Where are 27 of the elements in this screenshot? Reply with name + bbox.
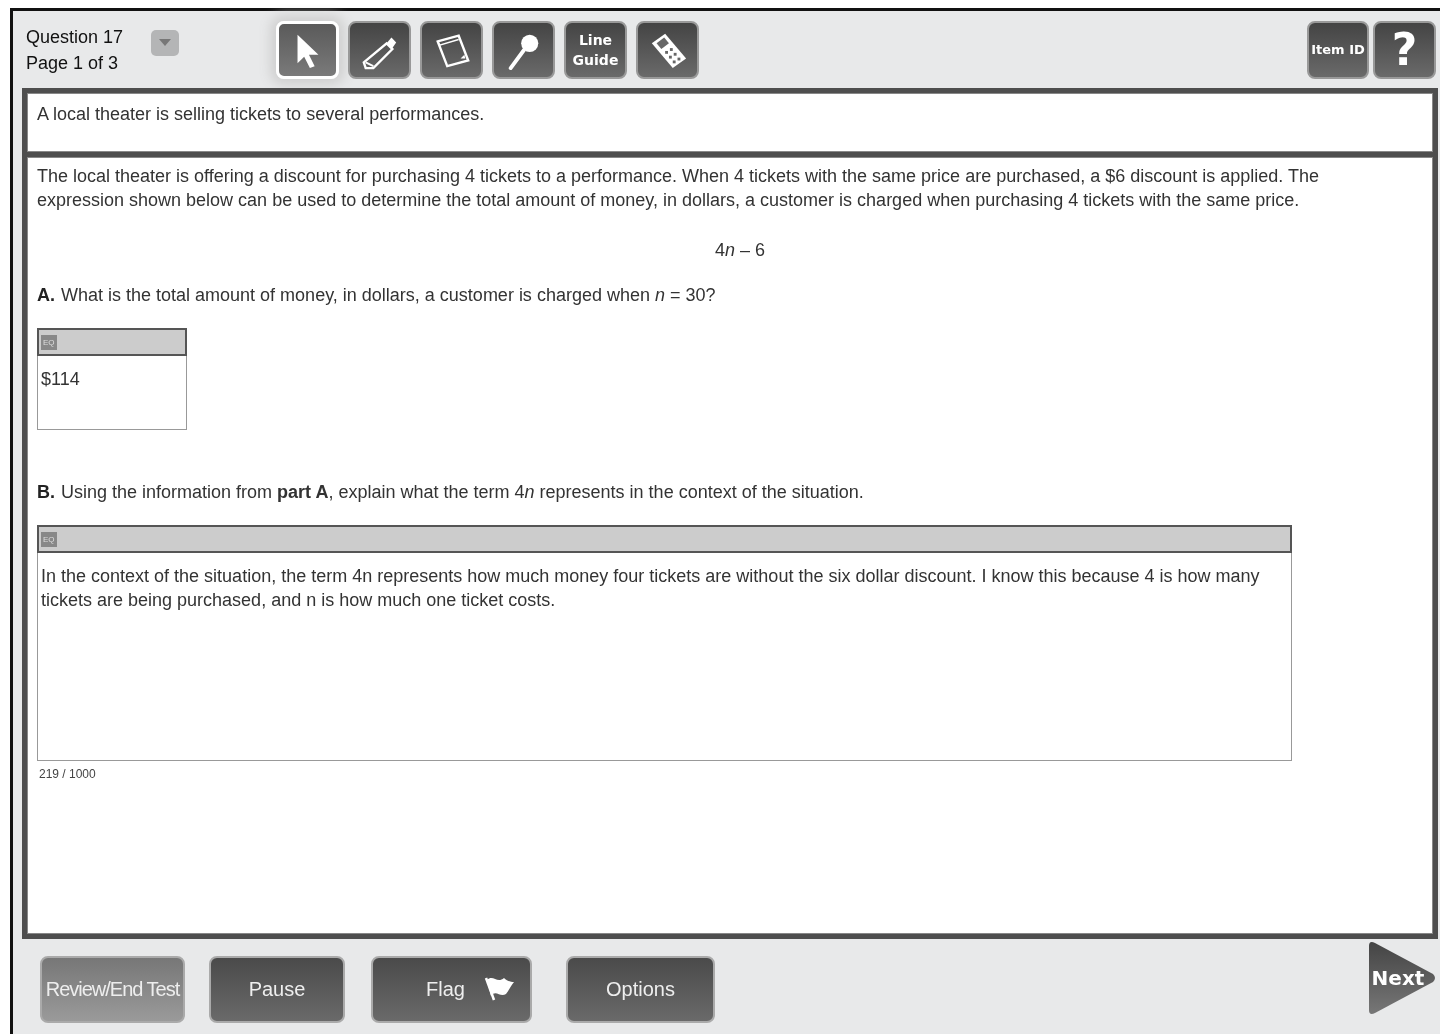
- caret-icon: [158, 38, 173, 47]
- part-prompt: B. Using the information from part A, explain what the term 4n represents in the context of the situation.: [37, 482, 865, 503]
- help-button[interactable]: ?: [1373, 20, 1436, 79]
- dropdown-button[interactable]: [151, 29, 180, 56]
- magnifier-tool-button[interactable]: [492, 20, 555, 79]
- pointer-tool-button[interactable]: [276, 20, 339, 79]
- calculator-tool-button[interactable]: [636, 20, 699, 79]
- next-button[interactable]: Next: [1365, 940, 1437, 1016]
- answer-text: In the context of the situation, the term 4n represents how much money four tickets are without the six dollar discount. I know this because 4 is how many tickets are being purchased, and n is how much one ticket costs.: [40, 565, 1261, 612]
- highlighter-tool-button[interactable]: [348, 20, 411, 79]
- line-guide-button[interactable]: Line Guide: [564, 20, 627, 79]
- pause-button[interactable]: Pause: [209, 956, 345, 1023]
- question-text: The local theater is offering a discount for purchasing 4 tickets to a performance. When 4 tickets with the same price are purchased, a $6 discount is applied. The expression shown below can be used to determine the total amount of money, in dollars, a customer is charged when purchasing 4 tickets with the same price.: [37, 165, 1321, 212]
- question-number: Question 17: [26, 25, 124, 49]
- part-prompt: A. What is the total amount of money, in dollars, a customer is charged when n = 30?: [37, 285, 717, 306]
- review-end-test-button[interactable]: Review/End Test: [40, 956, 185, 1023]
- options-button[interactable]: Options: [566, 956, 715, 1023]
- character-count: 219 / 1000: [38, 767, 97, 781]
- flag-button[interactable]: Flag: [371, 956, 532, 1023]
- item-id-button[interactable]: Item ID: [1307, 20, 1369, 79]
- answer-box[interactable]: [37, 525, 1292, 761]
- stem-text: A local theater is selling tickets to several performances.: [37, 104, 486, 125]
- expression: 4n – 6: [713, 240, 767, 261]
- page-number: Page 1 of 3: [26, 51, 120, 75]
- notepad-tool-button[interactable]: [420, 20, 483, 79]
- answer-box[interactable]: EQ $114: [37, 328, 187, 430]
- answer-text: $114: [40, 368, 81, 391]
